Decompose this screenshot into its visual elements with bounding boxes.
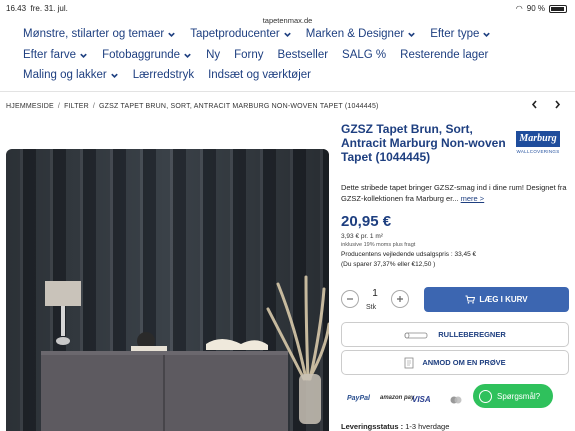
nav-item-inds-t-og-v-rkt-jer[interactable]: Indsæt og værktøjer (208, 69, 311, 81)
quantity-decrease-button[interactable] (341, 290, 359, 308)
nav-item-label: Tapetproducenter (190, 28, 280, 40)
wallpaper-room-scene (6, 149, 329, 431)
nav-item-label: Forny (234, 49, 264, 61)
brand-logo[interactable]: Marburg WALLCOVERINGS (516, 131, 560, 157)
breadcrumb-separator: / (57, 103, 61, 110)
wifi-icon: ◠ (515, 4, 523, 13)
visa-logo: VISA (412, 395, 431, 404)
mastercard-logo (450, 396, 462, 406)
chat-label: Spørgsmål? (497, 391, 541, 401)
breadcrumb-filter[interactable]: FILTER (64, 103, 89, 110)
savings-note: (Du sparer 37,37% eller €12,50 ) (341, 261, 436, 268)
add-to-cart-label: LÆG I KURV (479, 295, 528, 304)
nav-item-label: Ny (206, 49, 221, 61)
amazon-pay-logo: amazon pay (380, 395, 415, 401)
cart-icon (465, 295, 476, 304)
description-text: Dette stribede tapet bringer GZSZ-smag i… (341, 183, 567, 203)
quantity-unit: Stk (366, 304, 377, 311)
quantity-value[interactable]: 1 (369, 288, 381, 299)
document-icon (404, 357, 414, 368)
delivery-status: Leveringsstatus : 1-3 hverdage (341, 422, 449, 431)
chevron-down-icon (408, 32, 415, 37)
nav-item-label: Resterende lager (400, 49, 489, 61)
whatsapp-chat-button[interactable]: Spørgsmål? (473, 384, 553, 408)
whatsapp-icon (479, 389, 492, 403)
status-time: 16.43 fre. 31. jul. (6, 4, 68, 13)
unit-price: 3,93 € pr. 1 m² (341, 233, 383, 240)
request-sample-button[interactable]: ANMOD OM EN PRØVE (341, 350, 569, 375)
chevron-down-icon (80, 53, 87, 58)
request-sample-label: ANMOD OM EN PRØVE (422, 358, 506, 367)
main-navigation: Mønstre, stilarter og temaer Tapetproduce… (0, 26, 575, 84)
battery-icon (549, 4, 567, 13)
nav-item-maling-og-lakker[interactable]: Maling og lakker (23, 69, 119, 81)
status-right: ◠ 90 % (516, 4, 567, 13)
header-divider (0, 91, 575, 92)
nav-item-label: Mønstre, stilarter og temaer (23, 28, 165, 40)
nav-item-salg[interactable]: SALG % (342, 49, 386, 61)
battery-percent: 90 % (526, 4, 545, 13)
nav-row-1: Mønstre, stilarter og temaer Tapetproduce… (23, 28, 491, 40)
nav-item-efter-type[interactable]: Efter type (430, 28, 491, 40)
nav-item-tapetproducenter[interactable]: Tapetproducenter (190, 28, 292, 40)
quantity-increase-button[interactable] (391, 290, 409, 308)
nav-item-efter-farve[interactable]: Efter farve (23, 49, 88, 61)
nav-item-ny[interactable]: Ny (206, 49, 220, 61)
vat-note: inklusive 19% moms plus fragt (341, 242, 416, 248)
nav-item-marken-designer[interactable]: Marken & Designer (306, 28, 416, 40)
delivery-label: Leveringsstatus : (341, 422, 404, 431)
rrp-price: Producentens vejledende udsalgspris : 33… (341, 251, 477, 258)
delivery-value: 1-3 hverdage (405, 422, 450, 431)
breadcrumb: HJEMMESIDE / FILTER / GZSZ TAPET BRUN, S… (6, 103, 379, 110)
breadcrumb-separator: / (92, 103, 96, 110)
chevron-down-icon (110, 73, 118, 78)
roll-calculator-label: RULLEBEREGNER (438, 330, 506, 339)
nav-item-label: Marken & Designer (305, 28, 405, 40)
add-to-cart-button[interactable]: LÆG I KURV (424, 287, 569, 312)
brand-logo-subtext: WALLCOVERINGS (516, 149, 560, 154)
paypal-logo: PayPal (347, 395, 370, 402)
chevron-down-icon (483, 32, 491, 37)
chevron-down-icon (184, 53, 191, 58)
product-description: Dette stribede tapet bringer GZSZ-smag i… (341, 182, 569, 204)
nav-item-label: Lærredstryk (132, 69, 195, 81)
roll-icon (404, 332, 428, 338)
nav-item-label: Indsæt og værktøjer (208, 69, 311, 81)
address-url[interactable]: tapetenmax.de (0, 16, 575, 25)
nav-row-3: Maling og lakker Lærredstryk Indsæt og vær… (23, 69, 311, 81)
nav-item-label: Maling og lakker (23, 69, 107, 81)
nav-item-label: SALG % (342, 49, 387, 61)
status-bar: 16.43 fre. 31. jul. tapetenmax.de ◠ 90 % (0, 0, 575, 25)
nav-item-label: Fotobaggrunde (102, 49, 181, 61)
product-price: 20,95 € (341, 213, 392, 230)
next-product-button[interactable] (554, 100, 561, 112)
roll-calculator-button[interactable]: RULLEBEREGNER (341, 322, 569, 347)
nav-item-label: Efter farve (23, 49, 77, 61)
brand-logo-text: Marburg (516, 131, 560, 147)
chevron-down-icon (283, 32, 291, 37)
minus-icon (347, 298, 353, 300)
nav-row-2: Efter farve Fotobaggrunde Ny Forny Bestselle… (23, 49, 488, 61)
previous-product-button[interactable] (531, 100, 538, 112)
breadcrumb-current: GZSZ TAPET BRUN, SORT, ANTRACIT MARBURG … (99, 103, 379, 110)
nav-item-label: Efter type (430, 28, 480, 40)
read-more-link[interactable]: mere > (461, 194, 485, 203)
product-title: GZSZ Tapet Brun, Sort, Antracit Marburg … (341, 122, 506, 164)
plus-icon (397, 296, 403, 302)
chevron-down-icon (168, 32, 176, 37)
product-image[interactable] (6, 149, 329, 431)
nav-item-l-rredstryk[interactable]: Lærredstryk (133, 69, 194, 81)
nav-item-label: Bestseller (277, 49, 329, 61)
nav-item-fotobaggrunde[interactable]: Fotobaggrunde (102, 49, 192, 61)
nav-item-bestseller[interactable]: Bestseller (278, 49, 329, 61)
breadcrumb-home[interactable]: HJEMMESIDE (6, 103, 54, 110)
nav-item-m-nstre-stilarter-og-temaer[interactable]: Mønstre, stilarter og temaer (23, 28, 176, 40)
nav-item-resterende-lager[interactable]: Resterende lager (400, 49, 488, 61)
nav-item-forny[interactable]: Forny (234, 49, 263, 61)
